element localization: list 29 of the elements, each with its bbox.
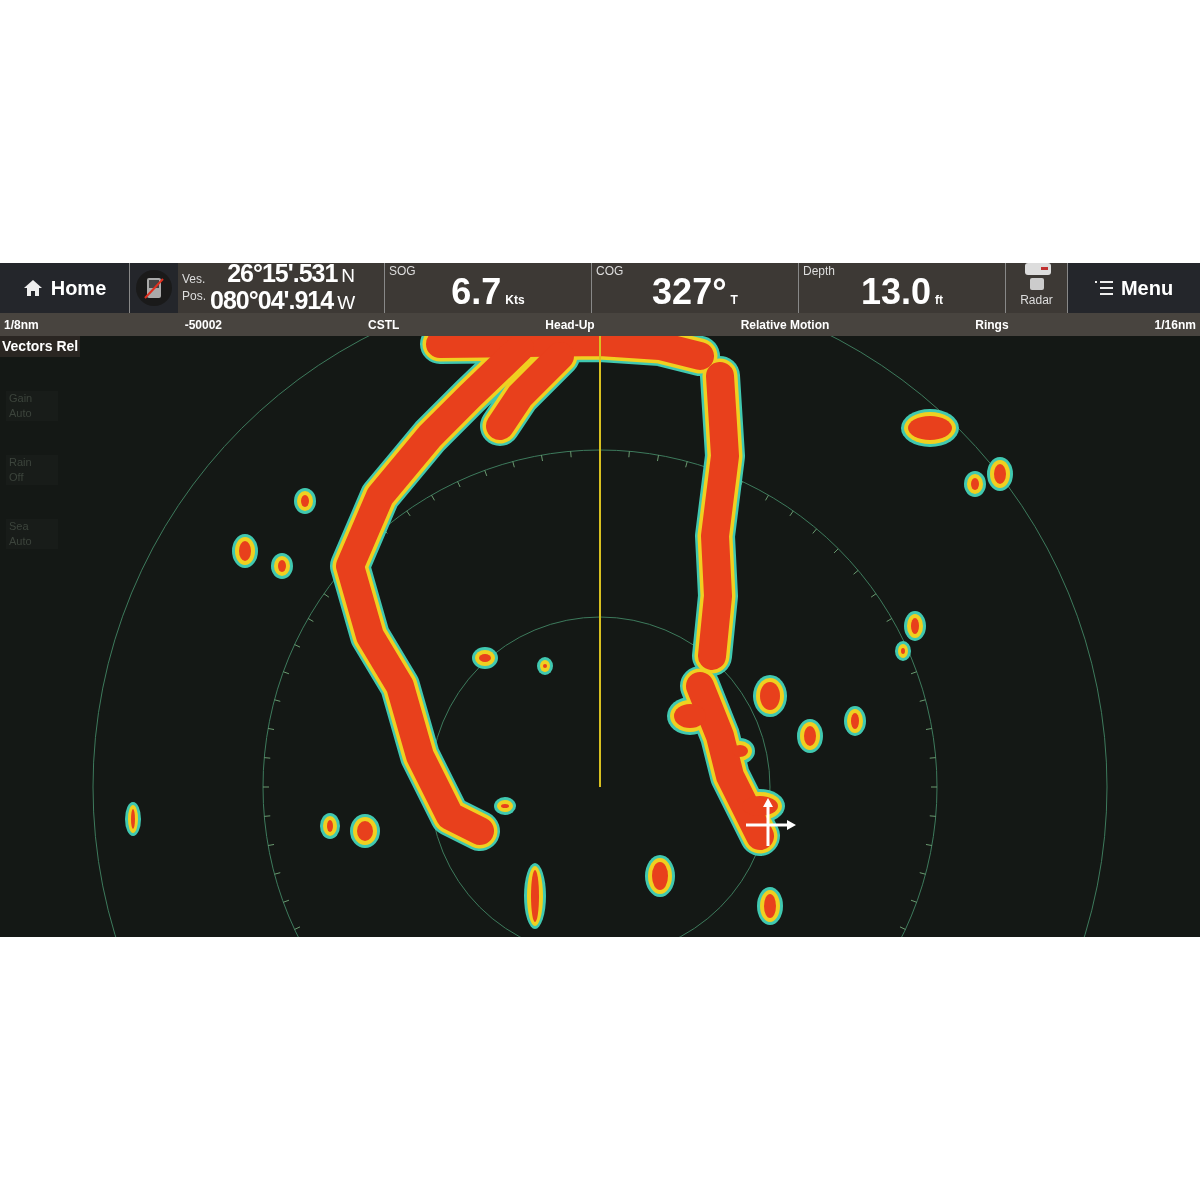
cursor-crosshair-icon: [744, 798, 796, 848]
vectors-label: Vectors Rel: [0, 336, 81, 357]
data-value: 13.0: [860, 275, 932, 309]
status-item: -50002: [184, 316, 223, 334]
data-title: SOG: [389, 263, 417, 279]
hemisphere-label: W: [337, 291, 356, 315]
data-unit: Kts: [505, 292, 525, 309]
data-unit: T: [730, 292, 738, 309]
status-item: CSTL: [368, 316, 400, 334]
data-value: 6.7: [451, 275, 502, 309]
data-title: COG: [596, 263, 625, 279]
position-label: Ves.: [182, 271, 206, 288]
hemisphere-label: N: [341, 264, 356, 288]
coordinate-value: 26°15'.531: [227, 261, 338, 285]
status-item: Head-Up: [545, 316, 595, 334]
device-crossed-icon[interactable]: [136, 270, 172, 306]
coordinate-value: 080°04'.914: [210, 288, 334, 312]
position-label: Pos.: [182, 288, 206, 305]
status-item: 1/8nm: [4, 316, 39, 334]
status-item: 1/16nm: [1154, 316, 1196, 334]
data-value: 327°: [652, 275, 727, 309]
data-title: Depth: [803, 263, 837, 279]
home-icon: [22, 279, 43, 297]
data-unit: ft: [935, 292, 944, 309]
menu-button[interactable]: Menu: [1068, 263, 1200, 313]
status-item: Rings: [975, 316, 1009, 334]
home-button[interactable]: Home: [0, 263, 130, 313]
menu-icon: [1094, 281, 1113, 295]
status-item: Relative Motion: [740, 316, 830, 334]
